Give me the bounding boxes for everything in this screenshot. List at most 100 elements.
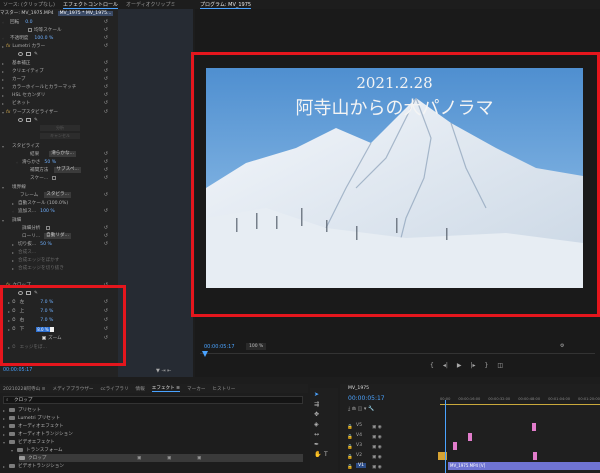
mark-out-icon[interactable]: } — [485, 362, 489, 369]
tree-presets[interactable]: ▸ プリセット — [3, 406, 41, 414]
ec-row-synth-feather[interactable]: ▸ 合成エッジをぼかす — [0, 256, 118, 264]
ec-row-rolling[interactable]: ローリ... 自動リダ... ↺ — [0, 232, 118, 240]
tab-project[interactable]: 20210228阿寺山 ≡ — [3, 386, 45, 392]
tree-audio-effects[interactable]: ▸ オーディオエフェクト — [3, 422, 64, 430]
playhead-icon[interactable] — [202, 351, 208, 357]
ripple-edit-icon[interactable]: ✥ — [314, 411, 319, 418]
tree-lumetri-presets[interactable]: ▸ Lumetri プリセット — [3, 414, 60, 422]
export-frame-icon[interactable]: ◫ — [497, 362, 503, 369]
clip-video-main[interactable]: MV_1975.MP4 [V] — [448, 462, 600, 470]
ec-row-rotation[interactable]: ◦ 回転 0.0 ↺ — [0, 18, 118, 26]
ec-row-addscale[interactable]: ◦ 追加ス... 100 % ↺ — [0, 207, 118, 215]
tab-history[interactable]: ヒストリー — [212, 386, 235, 392]
timeline-ruler[interactable]: 00:00 00:00:16:00 00:00:32:00 00:00:48:00 00… — [440, 397, 600, 403]
tab-source[interactable]: ソース: (クリップなし) — [3, 1, 55, 8]
ec-row-warp-stabilizer[interactable]: ▾ fx ワープスタビライザー ↺ — [0, 108, 118, 116]
tab-markers[interactable]: マーカー — [187, 386, 205, 392]
settings-icon[interactable]: ⚙ — [560, 343, 564, 349]
ec-row-warp-shapes[interactable]: ✎ — [0, 116, 118, 124]
folder-icon — [9, 464, 15, 468]
effects-search-input[interactable]: ⌕ クロップ — [3, 396, 303, 404]
tab-info[interactable]: 情報 — [136, 386, 145, 392]
effect-controls-timeline-area — [118, 9, 193, 377]
step-back-icon[interactable]: ◂| — [443, 362, 448, 369]
ec-row-colorwheel[interactable]: ▸ カラーホイールとカラーマッチ ↺ — [0, 83, 118, 91]
clip-v4[interactable] — [468, 433, 472, 441]
sequence-tab[interactable]: MV_1975 — [348, 386, 369, 391]
analyze-button[interactable]: 分析 — [40, 125, 80, 131]
track-lock-icons[interactable]: 🔒 🔒 🔒 🔒 🔒 — [347, 423, 353, 473]
clip-v5[interactable] — [532, 423, 536, 431]
type-tool-icon[interactable]: T — [324, 451, 328, 458]
folder-icon — [9, 424, 15, 428]
ec-row-smoothness[interactable]: ◦ 滑らかさ 50 % ↺ — [0, 158, 118, 166]
ec-row-hsl[interactable]: ▸ HSL セカンダリ ↺ — [0, 91, 118, 99]
timeline-playhead[interactable] — [445, 400, 446, 473]
play-icon[interactable]: ▶ — [457, 362, 462, 369]
ec-row-creative[interactable]: ▸ クリエイティブ ↺ — [0, 67, 118, 75]
zoom-select[interactable]: 100 % — [246, 343, 267, 350]
clip-v3[interactable] — [453, 442, 457, 450]
ec-row-stabilize[interactable]: ▾ スタビライズ — [0, 142, 118, 150]
highlight-crop-settings — [0, 285, 126, 366]
folder-icon — [9, 432, 15, 436]
ec-timecode[interactable]: 00:00:05:17 — [3, 368, 32, 373]
work-area-bar[interactable] — [440, 404, 600, 405]
ec-row-shapes[interactable]: ✎ — [0, 50, 118, 58]
program-ruler[interactable] — [200, 351, 595, 359]
track-v3[interactable]: V3 — [356, 443, 362, 448]
ec-row-method[interactable]: 補間方法 サブスペ... ↺ — [0, 166, 118, 174]
tab-effect-controls[interactable]: エフェクトコントロール — [62, 1, 118, 9]
hand-tool-icon[interactable]: ✋ — [314, 451, 321, 458]
track-v5[interactable]: V5 — [356, 423, 362, 428]
ec-row-frame[interactable]: フレーム スタビラ... ↺ — [0, 191, 118, 199]
pen-tool-icon[interactable]: ✒ — [314, 441, 319, 448]
ec-row-curve[interactable]: ▸ カーブ ↺ — [0, 75, 118, 83]
ec-row-basic[interactable]: ▸ 基本補正 ↺ — [0, 59, 118, 67]
reset-icon: ↺ — [103, 19, 108, 25]
tree-audio-transitions[interactable]: ▸ オーディオトランジション — [3, 430, 73, 438]
ec-row-border[interactable]: ▾ 境界線 — [0, 183, 118, 191]
track-v4[interactable]: V4 — [356, 433, 362, 438]
track-v2[interactable]: V2 — [356, 453, 362, 458]
timeline-tool-icons[interactable]: ⤓ ⋒ ◫ ▾ 🔧 — [348, 406, 374, 412]
ec-row-vignette[interactable]: ▸ ビネット ↺ — [0, 99, 118, 107]
filter-icon[interactable]: ▼ ⇥ ⇤ — [156, 368, 171, 374]
mark-in-icon[interactable]: { — [430, 362, 434, 369]
razor-tool-icon[interactable]: ◈ — [314, 421, 319, 428]
ec-row-uniform-scale[interactable]: 均等スケール ↺ — [0, 26, 118, 34]
step-forward-icon[interactable]: |▸ — [471, 362, 476, 369]
reset-icon: ↺ — [103, 35, 108, 41]
tree-crop[interactable]: クロップ ▣ ▣ ▣ — [19, 454, 303, 462]
ec-row-opacity[interactable]: ◦ 不透明度 100.0 % ↺ — [0, 34, 118, 42]
ec-row-scale[interactable]: スケー... ↺ — [0, 174, 118, 182]
ec-row-crop-less[interactable]: ▸ 切り抜... 50 % ↺ — [0, 240, 118, 248]
track-v1[interactable]: V1 — [356, 463, 367, 468]
tab-effects[interactable]: エフェクト ≡ — [151, 385, 181, 392]
ec-row-lumetri[interactable]: ▸ fx Lumetri カラー ↺ — [0, 42, 118, 50]
program-timecode[interactable]: 00:00:05:17 — [204, 344, 235, 350]
ec-row-detail[interactable]: ▾ 詳細 — [0, 216, 118, 224]
track-controls[interactable]: ▣ ◉ ▣ ◉ ▣ ◉ ▣ ◉ ▣ ◉ — [372, 423, 382, 473]
cancel-button[interactable]: キャンセル — [40, 133, 80, 139]
selection-tool-icon[interactable]: ➤ — [314, 391, 319, 398]
bottom-tab-strip: 20210228阿寺山 ≡ メディアブラウザー ccライブラリ 情報 エフェクト… — [0, 384, 308, 393]
ec-row-synth[interactable]: ▸ 合成ス... — [0, 248, 118, 256]
tree-transform[interactable]: ▾ トランスフォーム — [11, 446, 63, 454]
ec-row-result[interactable]: 結果 滑らかな... ↺ — [0, 150, 118, 158]
track-select-icon[interactable]: ⇶ — [314, 401, 319, 408]
tree-video-effects[interactable]: ▾ ビデオエフェクト — [3, 438, 55, 446]
timeline-timecode[interactable]: 00:00:05:17 — [348, 395, 385, 402]
left-tab-strip: ソース: (クリップなし) エフェクトコントロール オーディオクリップミ — [0, 0, 193, 9]
clip-v2[interactable] — [533, 452, 537, 460]
tab-media-browser[interactable]: メディアブラウザー — [52, 386, 93, 392]
rect-mask-icon — [26, 52, 31, 56]
ec-row-synth-crop[interactable]: ▸ 合成エッジを切り抜き — [0, 264, 118, 272]
tab-cc-libraries[interactable]: ccライブラリ — [101, 386, 129, 392]
ec-row-autoscale[interactable]: ▸ 自動スケール (100.0%) — [0, 199, 118, 207]
tab-program[interactable]: プログラム: MV_1975 — [200, 1, 252, 9]
tab-audio-clip-mixer[interactable]: オーディオクリップミ — [126, 1, 176, 8]
tree-video-transitions[interactable]: ▸ ビデオトランジション — [3, 462, 64, 470]
slip-tool-icon[interactable]: ↔ — [314, 431, 319, 438]
ec-row-detail-analysis[interactable]: 詳細分析 ↺ — [0, 224, 118, 232]
